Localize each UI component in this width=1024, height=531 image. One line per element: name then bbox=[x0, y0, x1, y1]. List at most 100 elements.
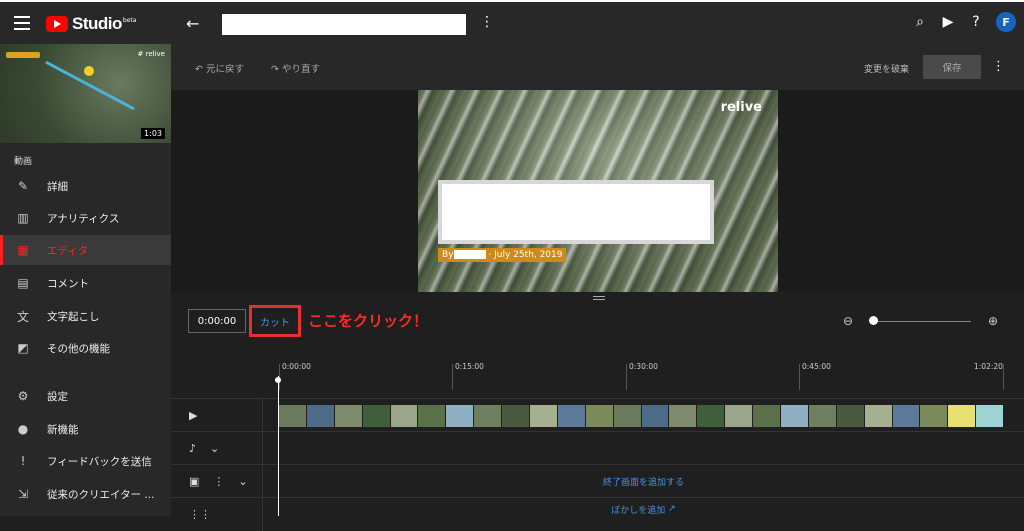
filmstrip-frame bbox=[920, 405, 948, 427]
add-end-screen-link[interactable]: 終了画面を追加する bbox=[263, 465, 1024, 498]
filmstrip-frame bbox=[725, 405, 753, 427]
add-blur-link[interactable]: ぼかしを追加 ↗ bbox=[263, 498, 1024, 520]
zoom-out-icon[interactable]: ⊖ bbox=[843, 314, 853, 328]
byline-prefix: By bbox=[442, 250, 454, 260]
video-filmstrip[interactable] bbox=[279, 405, 1004, 427]
back-arrow-icon[interactable]: ← bbox=[186, 14, 199, 33]
click-here-annotation: ここをクリック！ bbox=[308, 312, 429, 330]
filmstrip-frame bbox=[976, 405, 1004, 427]
chevron-down-icon[interactable]: ⌄ bbox=[210, 442, 219, 455]
filmstrip-frame bbox=[530, 405, 557, 427]
new-features-icon: ● bbox=[17, 422, 29, 436]
clapper-icon: ▦ bbox=[17, 243, 29, 257]
filmstrip-frame bbox=[446, 405, 474, 427]
video-track-icon: ▶ bbox=[189, 409, 198, 422]
ruler-tick bbox=[452, 364, 453, 390]
filmstrip-frame bbox=[948, 405, 976, 427]
zoom-in-icon[interactable]: ⊕ bbox=[988, 314, 998, 328]
redo-button[interactable]: ↷ やり直す bbox=[271, 61, 320, 75]
filmstrip-frame bbox=[641, 405, 669, 427]
filmstrip-frame bbox=[808, 405, 836, 427]
location-pin-icon bbox=[84, 66, 94, 76]
playhead-line[interactable] bbox=[278, 376, 279, 516]
relive-logo: relive bbox=[720, 100, 762, 115]
video-preview[interactable]: relive By · July 25th, 2019 bbox=[418, 90, 778, 292]
sidebar-item-classic-studio[interactable]: ⇲ 従来のクリエイター ... bbox=[0, 479, 171, 509]
timeline-ruler[interactable]: 0:00:00 0:15:00 0:30:00 0:45:00 1:02:20 bbox=[171, 356, 1024, 398]
sidebar-item-editor[interactable]: ▦ エディタ bbox=[0, 235, 171, 265]
filmstrip-frame bbox=[836, 405, 864, 427]
filmstrip-frame bbox=[781, 405, 808, 427]
music-note-icon: ♪ bbox=[189, 442, 197, 455]
track-header: ▶ bbox=[171, 399, 263, 432]
sidebar-item-analytics[interactable]: ▥ アナリティクス bbox=[0, 203, 171, 233]
pencil-icon: ✎ bbox=[17, 179, 29, 193]
top-bar: Studio beta ← ⋮ ⌕ ▶ ? F bbox=[0, 0, 1024, 44]
discard-changes-button[interactable]: 変更を破棄 bbox=[864, 62, 909, 75]
more-vert-icon[interactable]: ⋮ bbox=[480, 14, 494, 30]
video-thumbnail[interactable]: # relive 1:03 bbox=[0, 44, 171, 143]
more-vert-icon[interactable]: ⋮ bbox=[213, 475, 224, 488]
zoom-slider-track[interactable] bbox=[871, 321, 971, 322]
zoom-slider-knob[interactable] bbox=[869, 316, 878, 325]
sidebar: # relive 1:03 動画 ✎ 詳細 ▥ アナリティクス ▦ エディタ ▤… bbox=[0, 44, 171, 516]
track-header: ♪ ⌄ bbox=[171, 432, 263, 465]
filmstrip-frame bbox=[306, 405, 334, 427]
sidebar-item-label: その他の機能 bbox=[47, 342, 110, 355]
studio-logo[interactable]: Studio beta bbox=[46, 14, 136, 34]
filmstrip-frame bbox=[502, 405, 530, 427]
filmstrip-frame bbox=[334, 405, 362, 427]
video-duration: 1:03 bbox=[141, 128, 165, 139]
exit-icon: ⇲ bbox=[17, 487, 29, 501]
chevron-down-icon[interactable]: ⌄ bbox=[238, 475, 247, 488]
filmstrip-frame bbox=[418, 405, 446, 427]
external-link-icon: ↗ bbox=[668, 504, 676, 514]
sidebar-item-label: アナリティクス bbox=[47, 212, 120, 225]
sidebar-item-feedback[interactable]: ! フィードバックを送信 bbox=[0, 446, 171, 476]
video-title-field[interactable] bbox=[222, 14, 466, 35]
sidebar-item-transcription[interactable]: 文 文字起こし bbox=[0, 301, 171, 331]
header-actions: ⌕ ▶ ? F bbox=[912, 12, 1016, 32]
title-overlay bbox=[438, 180, 714, 244]
blur-grid-icon: ⋮⋮ bbox=[189, 508, 211, 521]
thumbnail-banner bbox=[6, 52, 40, 58]
sidebar-item-label: 詳細 bbox=[47, 180, 68, 193]
save-button[interactable]: 保存 bbox=[923, 55, 981, 79]
filmstrip-frame bbox=[585, 405, 613, 427]
blur-track: ⋮⋮ ぼかしを追加 ↗ bbox=[171, 497, 1024, 531]
end-screen-track: ▣ ⋮ ⌄ 終了画面を追加する bbox=[171, 464, 1024, 498]
editor-main: ↶ 元に戻す ↷ やり直す 変更を破棄 保存 ⋮ relive By · Jul… bbox=[171, 44, 1024, 531]
search-icon[interactable]: ⌕ bbox=[912, 14, 928, 30]
undo-label: 元に戻す bbox=[205, 64, 244, 75]
filmstrip-frame bbox=[892, 405, 920, 427]
more-vert-icon[interactable]: ⋮ bbox=[992, 59, 1005, 74]
ruler-label: 0:30:00 bbox=[629, 362, 658, 371]
sidebar-item-details[interactable]: ✎ 詳細 bbox=[0, 171, 171, 201]
resize-handle[interactable] bbox=[593, 296, 605, 300]
playhead-handle[interactable] bbox=[275, 377, 281, 383]
track-header: ▣ ⋮ ⌄ bbox=[171, 465, 263, 498]
filmstrip-frame bbox=[279, 405, 306, 427]
byline-date: · July 25th, 2019 bbox=[488, 250, 563, 260]
sidebar-item-label: 従来のクリエイター ... bbox=[47, 488, 155, 501]
avatar[interactable]: F bbox=[996, 12, 1016, 32]
undo-button[interactable]: ↶ 元に戻す bbox=[195, 61, 244, 75]
menu-icon[interactable] bbox=[14, 16, 30, 30]
features-icon: ◩ bbox=[17, 341, 29, 355]
cut-button[interactable]: カット bbox=[249, 305, 301, 337]
create-video-icon[interactable]: ▶ bbox=[940, 14, 956, 30]
redacted-name bbox=[453, 250, 486, 259]
sidebar-item-comments[interactable]: ▤ コメント bbox=[0, 268, 171, 298]
sidebar-item-label: エディタ bbox=[47, 244, 89, 257]
sidebar-item-whats-new[interactable]: ● 新機能 bbox=[0, 414, 171, 444]
sidebar-item-other-features[interactable]: ◩ その他の機能 bbox=[0, 333, 171, 363]
filmstrip-frame bbox=[362, 405, 390, 427]
feedback-icon: ! bbox=[20, 454, 26, 468]
filmstrip-frame bbox=[753, 405, 781, 427]
track-header: ⋮⋮ bbox=[171, 498, 263, 531]
translate-icon: 文 bbox=[16, 309, 29, 324]
help-icon[interactable]: ? bbox=[968, 14, 984, 30]
ruler-label: 0:45:00 bbox=[802, 362, 831, 371]
filmstrip-frame bbox=[390, 405, 418, 427]
sidebar-item-settings[interactable]: ⚙ 設定 bbox=[0, 381, 171, 411]
